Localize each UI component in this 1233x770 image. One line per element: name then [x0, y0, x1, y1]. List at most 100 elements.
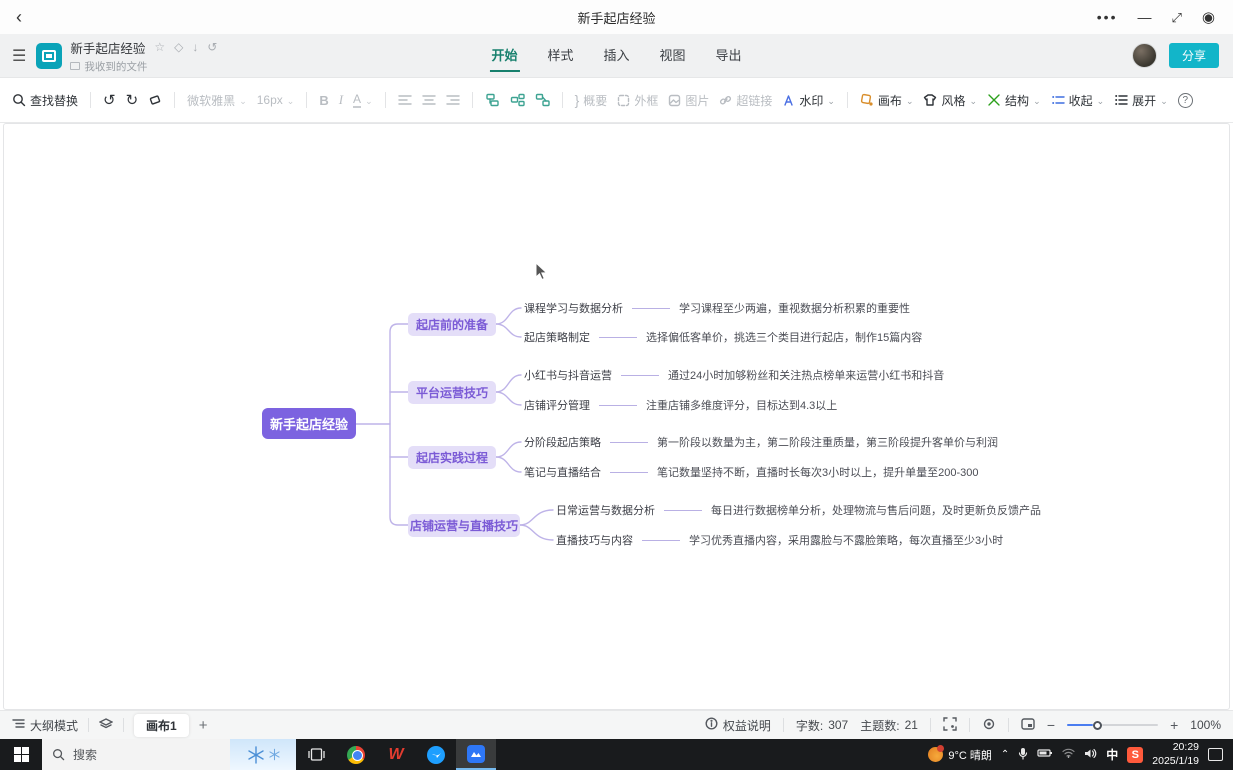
- clock[interactable]: 20:29 2025/1/19: [1152, 741, 1199, 767]
- summary-button[interactable]: }概要: [575, 92, 608, 109]
- subtopic-detail[interactable]: 选择偏低客单价，挑选三个类目进行起店，制作15篇内容: [646, 329, 922, 345]
- tab-export[interactable]: 导出: [714, 39, 744, 72]
- taskbar-search-input[interactable]: 搜索: [42, 739, 230, 770]
- font-family-select[interactable]: 微软雅黑⌄: [187, 92, 247, 109]
- collapse-button[interactable]: 收起⌄: [1051, 92, 1105, 109]
- tag-icon[interactable]: ◇: [174, 40, 183, 54]
- more-options-icon[interactable]: •••: [1097, 10, 1118, 24]
- tab-start[interactable]: 开始: [489, 39, 519, 72]
- subtopic-label[interactable]: 日常运营与数据分析: [556, 502, 655, 518]
- subtopic-label[interactable]: 小红书与抖音运营: [524, 367, 612, 383]
- subtopic-detail[interactable]: 通过24小时加够粉丝和关注热点榜单来运营小红书和抖音: [668, 367, 944, 383]
- sogou-input-icon[interactable]: S: [1127, 747, 1143, 763]
- task-view-button[interactable]: [296, 739, 336, 770]
- mindmap-branch-node[interactable]: 起店实践过程: [408, 446, 496, 469]
- tab-style[interactable]: 样式: [545, 39, 575, 72]
- notification-center-icon[interactable]: [1208, 748, 1223, 761]
- start-button[interactable]: [0, 739, 42, 770]
- subtopic-detail[interactable]: 学习优秀直播内容，采用露脸与不露脸策略，每次直播至少3小时: [689, 532, 1003, 548]
- mindmap-subtopic-row[interactable]: 笔记与直播结合 笔记数量坚持不断，直播时长每次3小时以上，提升单量至200-300: [524, 463, 979, 481]
- mindmap-branch-node[interactable]: 店铺运营与直播技巧: [408, 514, 520, 537]
- italic-button[interactable]: I: [339, 92, 343, 108]
- wps-taskbar-icon[interactable]: W: [376, 739, 416, 770]
- align-center-icon[interactable]: [422, 94, 436, 106]
- mindmap-branch-node[interactable]: 起店前的准备: [408, 313, 496, 336]
- insert-child-node-icon[interactable]: [510, 93, 525, 107]
- microphone-icon[interactable]: [1018, 747, 1028, 763]
- zoom-out-button[interactable]: −: [1047, 717, 1055, 733]
- history-icon[interactable]: ↺: [207, 40, 217, 54]
- mindmap-subtopic-row[interactable]: 小红书与抖音运营 通过24小时加够粉丝和关注热点榜单来运营小红书和抖音: [524, 366, 944, 384]
- style-button[interactable]: 风格⌄: [923, 92, 977, 109]
- user-avatar[interactable]: [1132, 43, 1157, 68]
- image-button[interactable]: 图片: [668, 92, 709, 109]
- insert-parent-node-icon[interactable]: [535, 93, 550, 107]
- target-mode-icon[interactable]: ◉: [1202, 10, 1215, 25]
- mindmap-subtopic-row[interactable]: 直播技巧与内容 学习优秀直播内容，采用露脸与不露脸策略，每次直播至少3小时: [556, 531, 1003, 549]
- undo-icon[interactable]: ↺: [103, 91, 116, 109]
- font-color-button[interactable]: A⌄: [353, 93, 373, 108]
- font-size-select[interactable]: 16px⌄: [257, 93, 295, 107]
- weather-status[interactable]: 9°C 晴朗: [928, 747, 992, 763]
- menu-icon[interactable]: ☰: [12, 46, 26, 66]
- format-painter-icon[interactable]: [148, 93, 162, 107]
- wifi-icon[interactable]: [1062, 748, 1075, 761]
- layers-icon[interactable]: [99, 718, 113, 733]
- redo-icon[interactable]: ↻: [126, 91, 139, 109]
- help-icon[interactable]: ?: [1178, 93, 1193, 108]
- back-button[interactable]: ‹: [16, 7, 40, 28]
- subtopic-detail[interactable]: 笔记数量坚持不断，直播时长每次3小时以上，提升单量至200-300: [657, 464, 979, 480]
- canvas-tab[interactable]: 画布1: [134, 714, 189, 737]
- subtopic-label[interactable]: 笔记与直播结合: [524, 464, 601, 480]
- chrome-taskbar-icon[interactable]: [336, 739, 376, 770]
- zoom-in-button[interactable]: +: [1170, 717, 1178, 733]
- weather-widget-snow[interactable]: [230, 739, 296, 770]
- frame-button[interactable]: 外框: [617, 92, 658, 109]
- structure-button[interactable]: 结构⌄: [987, 92, 1041, 109]
- insert-sibling-node-icon[interactable]: [485, 93, 500, 107]
- outline-mode-button[interactable]: 大纲模式: [12, 717, 78, 734]
- canvas-button[interactable]: 画布⌄: [860, 92, 914, 109]
- minimize-icon[interactable]: —: [1138, 10, 1152, 24]
- minimap-icon[interactable]: [1021, 718, 1035, 733]
- mindmap-root-node[interactable]: 新手起店经验: [262, 408, 356, 439]
- document-location[interactable]: 我收到的文件: [84, 59, 147, 74]
- rights-info-button[interactable]: 权益说明: [705, 717, 771, 734]
- mindmap-app-taskbar-icon[interactable]: [456, 739, 496, 770]
- mindmap-subtopic-row[interactable]: 分阶段起店策略 第一阶段以数量为主，第二阶段注重质量，第三阶段提升客单价与利润: [524, 433, 998, 451]
- mindmap-subtopic-row[interactable]: 起店策略制定 选择偏低客单价，挑选三个类目进行起店，制作15篇内容: [524, 328, 922, 346]
- find-replace-button[interactable]: 查找替换: [12, 92, 78, 109]
- mindmap-subtopic-row[interactable]: 日常运营与数据分析 每日进行数据榜单分析，处理物流与售后问题，及时更新负反馈产品: [556, 501, 1041, 519]
- tab-view[interactable]: 视图: [658, 39, 688, 72]
- add-canvas-button[interactable]: +: [199, 717, 208, 734]
- mindmap-subtopic-row[interactable]: 课程学习与数据分析 学习课程至少两遍，重视数据分析积累的重要性: [524, 299, 910, 317]
- fullscreen-icon[interactable]: [943, 717, 957, 734]
- mindmap-canvas[interactable]: 新手起店经验 起店前的准备 平台运营技巧 起店实践过程 店铺运营与直播技巧 课程…: [3, 123, 1230, 710]
- subtopic-detail[interactable]: 注重店铺多维度评分，目标达到4.3以上: [646, 397, 837, 413]
- bold-button[interactable]: B: [319, 93, 328, 108]
- download-icon[interactable]: ↓: [192, 40, 198, 54]
- expand-button[interactable]: 展开⌄: [1114, 92, 1168, 109]
- speaker-icon[interactable]: [1084, 748, 1097, 762]
- locate-center-icon[interactable]: [982, 717, 996, 734]
- restore-icon[interactable]: ⤢: [1172, 11, 1182, 24]
- align-right-icon[interactable]: [446, 94, 460, 106]
- subtopic-detail[interactable]: 每日进行数据榜单分析，处理物流与售后问题，及时更新负反馈产品: [711, 502, 1041, 518]
- subtopic-detail[interactable]: 第一阶段以数量为主，第二阶段注重质量，第三阶段提升客单价与利润: [657, 434, 998, 450]
- hyperlink-button[interactable]: 超链接: [719, 92, 772, 109]
- subtopic-detail[interactable]: 学习课程至少两遍，重视数据分析积累的重要性: [679, 300, 910, 316]
- subtopic-label[interactable]: 起店策略制定: [524, 329, 590, 345]
- subtopic-label[interactable]: 直播技巧与内容: [556, 532, 633, 548]
- align-left-icon[interactable]: [398, 94, 412, 106]
- mindmap-branch-node[interactable]: 平台运营技巧: [408, 381, 496, 404]
- favorite-star-icon[interactable]: ☆: [154, 40, 165, 54]
- zoom-slider[interactable]: [1067, 721, 1158, 730]
- ime-indicator[interactable]: 中: [1106, 746, 1118, 763]
- tray-expand-icon[interactable]: ⌃: [1001, 749, 1009, 760]
- tab-insert[interactable]: 插入: [601, 39, 631, 72]
- subtopic-label[interactable]: 分阶段起店策略: [524, 434, 601, 450]
- watermark-button[interactable]: 水印⌄: [782, 92, 835, 109]
- subtopic-label[interactable]: 店铺评分管理: [524, 397, 590, 413]
- dingtalk-taskbar-icon[interactable]: [416, 739, 456, 770]
- subtopic-label[interactable]: 课程学习与数据分析: [524, 300, 623, 316]
